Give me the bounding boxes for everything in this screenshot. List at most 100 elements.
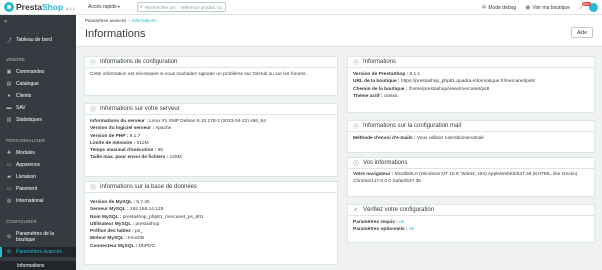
sidebar-item-appearance[interactable]: ▭ Apparence <box>0 160 76 170</box>
info-row: URL de la boutique : https://prestashop_… <box>353 79 536 85</box>
sidebar-item-dashboard[interactable]: ⤴ Tableau de bord <box>0 35 76 45</box>
settings-icon: ⚙ <box>6 233 12 240</box>
top-right-tools: ✲ Mode debug ◉ Voir ma boutique ♪ 100+ <box>472 1 598 12</box>
search-input[interactable] <box>144 4 225 10</box>
info-row: Préfixe des tables : ps_ <box>90 229 143 235</box>
card-title: Vos informations <box>363 160 408 166</box>
breadcrumb-current[interactable]: Informations <box>132 18 157 23</box>
sidebar-item-customers[interactable]: ● Clients <box>0 91 76 101</box>
view-shop-link[interactable]: ◉ Voir ma boutique <box>525 4 570 12</box>
sidebar-subitem-informations[interactable]: Informations <box>0 261 76 270</box>
sidebar-section-sell: VENDRE <box>6 57 26 62</box>
collapse-menu-icon[interactable]: « <box>4 19 7 25</box>
search-icon[interactable]: ⌕ <box>140 4 143 10</box>
your-info-card: ⓘ Vos informations Votre navigateur : Moz… <box>347 157 595 197</box>
help-button[interactable]: Aide <box>571 27 593 38</box>
sidebar-item-label: Informations <box>17 262 45 269</box>
sidebar-item-sav[interactable]: ▬ SAV <box>0 103 76 113</box>
logo-icon <box>4 2 14 12</box>
notifications-button[interactable]: ♪ 100+ <box>579 1 591 11</box>
required-status: ok <box>399 220 405 225</box>
info-row: Version de PHP : 8.1.7 <box>90 133 141 139</box>
info-icon: ⓘ <box>90 60 96 66</box>
bug-icon: ✲ <box>481 5 487 11</box>
card-body: Votre navigateur : Mozilla/5.0 (Windows … <box>348 169 594 188</box>
info-row: Paramètres requis : ok <box>353 220 405 225</box>
sidebar-item-label: International <box>16 198 44 204</box>
card-title: Informations sur la configuration mail <box>363 123 462 129</box>
page-title: Informations <box>85 28 146 40</box>
sidebar-item-catalog[interactable]: ▤ Catalogue <box>0 79 76 89</box>
sidebar-item-international[interactable]: ◍ International <box>0 196 76 206</box>
sidebar-item-label: Paramètres avancés <box>16 249 62 255</box>
logo-text: PrestaShop <box>16 2 64 12</box>
sidebar-section-configure: CONFIGURER <box>6 219 37 224</box>
puzzle-icon: ✚ <box>6 150 12 156</box>
sidebar-item-shipping[interactable]: ▰ Livraison <box>0 172 76 182</box>
card-body: Version de PrestaShop : 8.1.1 URL de la … <box>348 68 594 103</box>
sidebar-item-label: Livraison <box>16 174 37 180</box>
sidebar-item-modules[interactable]: ✚ Modules <box>0 148 76 158</box>
info-row: Moteur MySQL : InnoDB <box>90 236 145 242</box>
debug-mode-label: Mode debug <box>488 4 517 11</box>
mail-config-card: ⓘ Informations sur la configuration mail … <box>347 120 595 153</box>
info-icon: ⓘ <box>90 107 96 113</box>
card-header: ⓘ Informations sur la configuration mail <box>348 121 594 132</box>
sidebar-section-customize: PERSONNALISER <box>6 138 46 143</box>
sidebar: « ⤴ Tableau de bord VENDRE ▣ Commandes ▤ Ca… <box>0 15 76 270</box>
breadcrumb-parent[interactable]: Paramètres avancés <box>85 18 126 23</box>
card-header: ⓘ Informations sur la base de données <box>85 182 337 193</box>
card-header: ✓ Vérifiez votre configuration <box>348 205 594 216</box>
search-box[interactable]: ⌕ <box>137 2 226 12</box>
sidebar-item-label: Modules <box>16 150 35 156</box>
sidebar-item-payment[interactable]: ▭ Paiement <box>0 184 76 194</box>
info-row: Version de PrestaShop : 8.1.1 <box>353 72 421 77</box>
card-title: Informations sur la base de données <box>100 184 198 190</box>
view-shop-label: Voir ma boutique <box>532 4 570 11</box>
inbox-icon: ▣ <box>6 69 12 75</box>
check-icon: ✓ <box>353 207 359 213</box>
info-row: Méthode d'envoi d'e-mails : Vous utilise… <box>353 136 484 141</box>
card-title: Informations <box>363 59 397 65</box>
info-row: Chemin de la boutique : /home/prestashop… <box>353 86 490 92</box>
prestashop-logo[interactable]: PrestaShop 8.1.1 <box>4 2 75 12</box>
info-row: Paramètres optionnels : ok <box>353 227 415 233</box>
info-icon: ⓘ <box>353 60 359 66</box>
info-row: Temps maximal d'exécution : 60 <box>90 148 164 154</box>
quick-access-label: Accès rapide <box>88 4 117 10</box>
desktop-icon: ▭ <box>6 162 12 168</box>
info-row: Informations du serveur : Linux #1 SMP D… <box>90 119 266 124</box>
sidebar-item-stats[interactable]: ▥ Statistiques <box>0 115 76 125</box>
notification-badge: 100+ <box>582 1 591 6</box>
info-row: Votre navigateur : Mozilla/5.0 (Windows … <box>353 172 578 184</box>
quick-access-dropdown[interactable]: Accès rapide▾ <box>88 4 120 10</box>
page-header: Paramètres avancés › Informations Informat… <box>76 15 602 47</box>
top-bar: PrestaShop 8.1.1 Accès rapide▾ ⌕ ✲ Mode … <box>0 0 602 15</box>
card-body: Version de MySQL : 5.7.25 Serveur MySQL … <box>85 193 337 253</box>
sidebar-item-orders[interactable]: ▣ Commandes <box>0 67 76 77</box>
shop-info-card: ⓘ Informations Version de PrestaShop : 8.… <box>347 56 595 113</box>
version-label: 8.1.1 <box>66 5 76 11</box>
info-icon: ⓘ <box>353 161 359 167</box>
card-title: Vérifiez votre configuration <box>363 207 435 213</box>
sidebar-item-advanced-params[interactable]: ⚙ Paramètres avancés <box>0 247 76 257</box>
card-icon: ▭ <box>6 186 12 192</box>
breadcrumb-separator-icon: › <box>128 18 130 23</box>
sidebar-item-label: Tableau de bord <box>16 37 52 43</box>
optional-status: ok <box>409 227 415 233</box>
card-body: Cette information est nécessaire si vous… <box>85 68 337 81</box>
check-config-card: ✓ Vérifiez votre configuration Paramètres… <box>347 204 595 243</box>
config-info-text: Cette information est nécessaire si vous… <box>90 72 307 77</box>
server-info-card: ⓘ Informations sur votre serveur Informat… <box>84 103 338 177</box>
info-row: Nom MySQL : prestashop_php81_mercanet_ps… <box>90 214 204 220</box>
bell-icon: ♪ <box>579 4 582 11</box>
sidebar-item-label: Catalogue <box>16 81 39 87</box>
eye-icon: ◉ <box>525 5 531 11</box>
bar-chart-icon: ▥ <box>6 117 12 123</box>
gear-icon: ⚙ <box>6 249 12 255</box>
card-header: ⓘ Vos informations <box>348 158 594 169</box>
debug-mode-link[interactable]: ✲ Mode debug <box>481 4 517 12</box>
breadcrumb: Paramètres avancés › Informations <box>85 18 157 23</box>
info-row: Utilisateur MySQL : prestashop <box>90 221 160 227</box>
sidebar-item-shop-params[interactable]: ⚙ Paramètres de la boutique <box>0 229 76 244</box>
